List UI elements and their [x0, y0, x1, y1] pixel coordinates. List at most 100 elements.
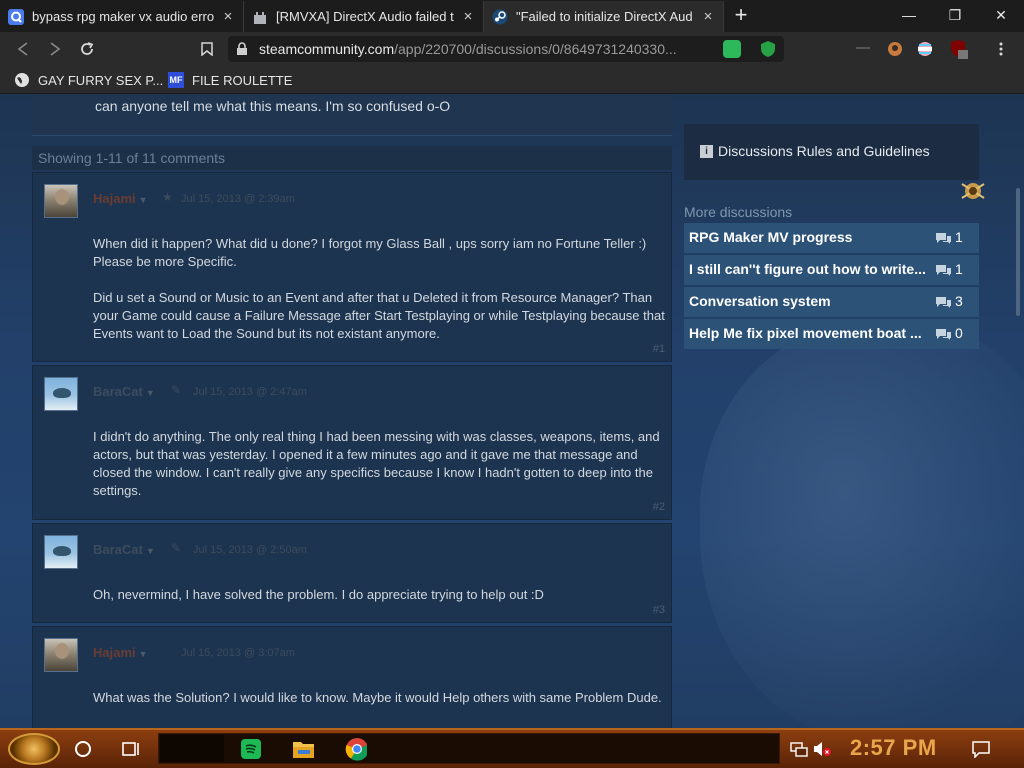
pencil-icon: ✎ — [171, 383, 182, 397]
discussion-title: RPG Maker MV progress — [689, 229, 853, 245]
comment-number[interactable]: #2 — [653, 501, 665, 513]
avatar[interactable] — [44, 638, 78, 672]
ublock-icon[interactable] — [948, 38, 970, 60]
cortana-icon[interactable] — [72, 738, 94, 760]
comments-icon — [936, 233, 951, 244]
tab-steam[interactable]: "Failed to initialize DirectX Aud × — [484, 1, 724, 32]
star-icon: ★ — [162, 190, 173, 204]
comment-number[interactable]: #1 — [653, 343, 665, 355]
search-q-icon — [8, 8, 24, 25]
comment-item: Hajami ▼ Jul 15, 2013 @ 3:07am What was t… — [32, 626, 672, 728]
chrome-icon[interactable] — [345, 738, 367, 761]
system-clock[interactable]: 2:57 PM — [850, 735, 937, 761]
discussion-link[interactable]: Help Me fix pixel movement boat ... 0 — [684, 319, 979, 349]
comment-number[interactable]: #3 — [653, 604, 665, 616]
comment-author[interactable]: BaraCat ▼ — [93, 542, 155, 557]
comment-paragraph: I didn't do anything. The only real thin… — [93, 429, 660, 498]
comment-body: What was the Solution? I would like to k… — [93, 689, 668, 725]
minimize-button[interactable]: — — [886, 0, 932, 30]
bookmarks-bar: GAY FURRY SEX P... MF FILE ROULETTE — [0, 66, 1024, 94]
comment-body: When did it happen? What did u done? I f… — [93, 235, 668, 361]
tab-title: "Failed to initialize DirectX Aud — [516, 9, 693, 24]
reload-button[interactable] — [76, 38, 98, 60]
chevron-down-icon[interactable]: ▼ — [139, 195, 148, 205]
comment-author[interactable]: BaraCat ▼ — [93, 384, 155, 399]
volume-muted-icon[interactable] — [811, 738, 833, 760]
comment-timestamp: Jul 15, 2013 @ 2:50am — [193, 544, 307, 556]
forward-arrow-icon — [50, 42, 61, 56]
castle-icon — [252, 9, 268, 25]
chevron-down-icon[interactable]: ▼ — [139, 649, 148, 659]
reply-count: 1 — [955, 261, 963, 277]
comments-icon — [936, 329, 951, 340]
close-icon[interactable]: × — [701, 8, 715, 25]
avatar[interactable] — [44, 535, 78, 569]
tab-title: [RMVXA] DirectX Audio failed t — [276, 9, 454, 24]
avatar[interactable] — [44, 377, 78, 411]
tab-rmvxa[interactable]: [RMVXA] DirectX Audio failed t × — [244, 1, 484, 32]
url-text: steamcommunity.com/app/220700/discussion… — [259, 41, 677, 57]
comment-item: Hajami ▼ ★ Jul 15, 2013 @ 2:39am When did… — [32, 172, 672, 362]
more-discussions-title: More discussions — [684, 204, 793, 220]
windows-taskbar: 2:57 PM — [0, 728, 1024, 768]
comment-count: Showing 1-11 of 11 comments — [32, 146, 672, 170]
comment-author[interactable]: Hajami ▼ — [93, 645, 148, 660]
lock-icon — [236, 42, 250, 56]
comment-author[interactable]: Hajami ▼ — [93, 191, 148, 206]
comment-paragraph: Did u set a Sound or Music to an Event a… — [93, 290, 665, 341]
comment-item: BaraCat ▼ ✎ Jul 15, 2013 @ 2:47am I didn'… — [32, 365, 672, 520]
discussion-link[interactable]: RPG Maker MV progress 1 — [684, 223, 979, 253]
globe-icon — [14, 72, 30, 88]
steam-discussion-page: can anyone tell me what this means. I'm … — [0, 94, 1024, 728]
new-tab-button[interactable]: + — [730, 4, 752, 26]
file-explorer-icon[interactable] — [292, 738, 314, 760]
comment-body: Oh, nevermind, I have solved the problem… — [93, 586, 668, 622]
extension-avatar-icon[interactable] — [884, 38, 906, 60]
start-button[interactable] — [8, 733, 60, 765]
comment-paragraph: What was the Solution? I would like to k… — [93, 690, 662, 705]
cast-icon[interactable] — [852, 38, 874, 60]
network-icon[interactable] — [788, 738, 810, 760]
tab-strip: bypass rpg maker vx audio error × [RMVXA… — [0, 0, 1024, 32]
tab-title: bypass rpg maker vx audio error — [32, 9, 215, 24]
window-close-button[interactable]: ✕ — [978, 0, 1024, 30]
restore-button[interactable]: ❐ — [932, 0, 978, 30]
mf-icon: MF — [168, 72, 184, 88]
extension-grammarly-icon[interactable] — [723, 40, 741, 58]
chevron-down-icon[interactable]: ▼ — [146, 546, 155, 556]
avatar[interactable] — [44, 184, 78, 218]
task-view-icon[interactable] — [120, 738, 142, 760]
comment-paragraph: Oh, nevermind, I have solved the problem… — [93, 587, 544, 602]
shield-icon[interactable] — [759, 40, 777, 58]
comment-paragraph: When did it happen? What did u done? I f… — [93, 236, 647, 269]
spotify-app-icon[interactable] — [240, 738, 262, 760]
close-icon[interactable]: × — [221, 8, 235, 25]
bookmark-button[interactable] — [196, 38, 218, 60]
notification-icon[interactable] — [970, 738, 992, 760]
discussion-link[interactable]: Conversation system 3 — [684, 287, 979, 317]
background-artwork — [700, 324, 1024, 728]
scrollbar-thumb[interactable] — [1016, 188, 1020, 316]
bookmark-item[interactable]: MF FILE ROULETTE — [168, 71, 292, 89]
comments-icon — [936, 297, 951, 308]
bookmark-label: GAY FURRY SEX P... — [38, 72, 164, 88]
reply-count: 1 — [955, 229, 963, 245]
extension-flag-icon[interactable] — [914, 38, 936, 60]
discussion-link[interactable]: I still can''t figure out how to write..… — [684, 255, 979, 285]
rules-label: Discussions Rules and Guidelines — [718, 143, 930, 159]
comment-item: BaraCat ▼ ✎ Jul 15, 2013 @ 2:50am Oh, nev… — [32, 523, 672, 623]
back-button[interactable] — [12, 38, 34, 60]
tab-search[interactable]: bypass rpg maker vx audio error × — [0, 1, 244, 32]
comments-icon — [936, 265, 951, 276]
address-bar[interactable]: steamcommunity.com/app/220700/discussion… — [228, 36, 784, 62]
comment-body: I didn't do anything. The only real thin… — [93, 428, 668, 518]
discussion-rules-link[interactable]: i Discussions Rules and Guidelines — [684, 124, 979, 180]
menu-icon[interactable] — [990, 38, 1012, 60]
bookmark-item[interactable]: GAY FURRY SEX P... — [14, 71, 163, 89]
comment-timestamp: Jul 15, 2013 @ 2:39am — [181, 193, 295, 205]
close-icon[interactable]: × — [461, 8, 475, 25]
steam-icon — [492, 9, 508, 25]
reply-count: 3 — [955, 293, 963, 309]
forward-button[interactable] — [44, 38, 66, 60]
chevron-down-icon[interactable]: ▼ — [146, 388, 155, 398]
